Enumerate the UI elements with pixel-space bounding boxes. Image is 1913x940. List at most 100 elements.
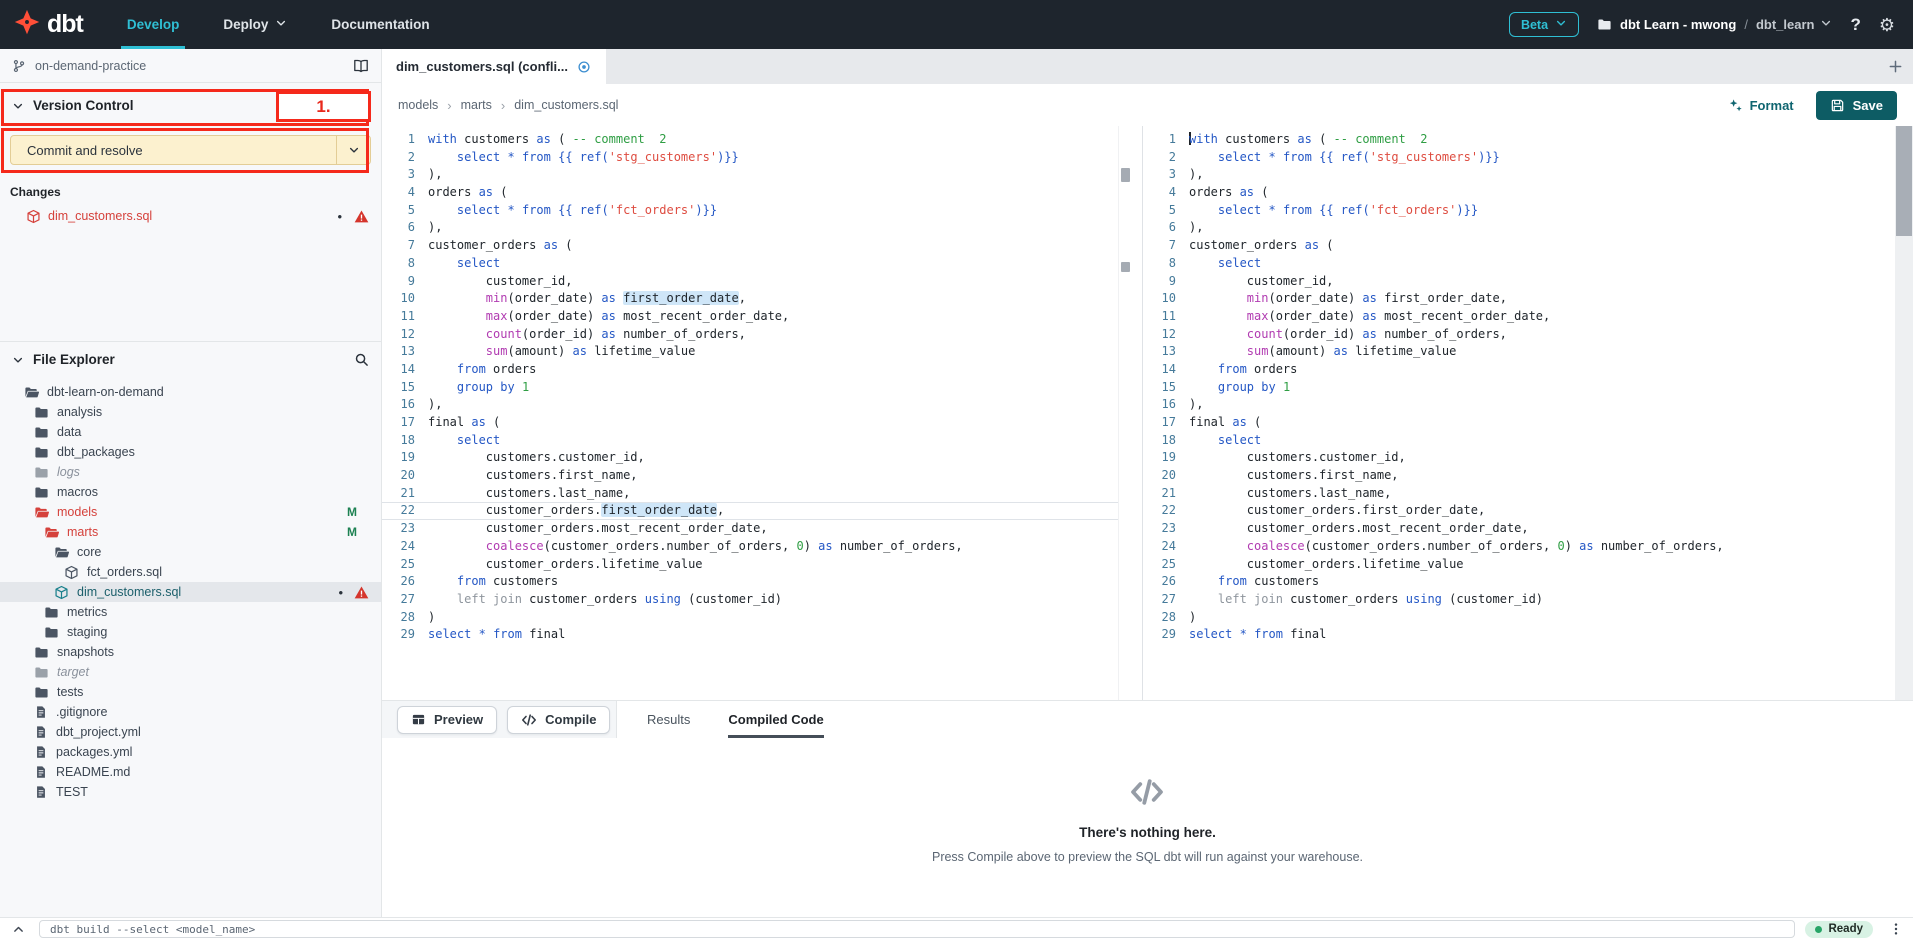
code-line[interactable]: 17final as ( <box>1143 414 1895 432</box>
code-line[interactable]: 2 select * from {{ ref('stg_customers')}… <box>1143 149 1895 167</box>
file-explorer-header[interactable]: File Explorer <box>0 341 381 377</box>
tree-item-fct-orders-sql[interactable]: fct_orders.sql <box>0 562 381 582</box>
code-line[interactable]: 20 customers.first_name, <box>382 467 1118 485</box>
code-line[interactable]: 22 customer_orders.first_order_date, <box>382 502 1118 520</box>
tree-item-tests[interactable]: tests <box>0 682 381 702</box>
commit-dropdown-toggle[interactable] <box>336 136 370 164</box>
code-line[interactable]: 17final as ( <box>382 414 1118 432</box>
code-line[interactable]: 16), <box>382 396 1118 414</box>
tree-item-analysis[interactable]: analysis <box>0 402 381 422</box>
code-line[interactable]: 12 count(order_id) as number_of_orders, <box>382 326 1118 344</box>
code-line[interactable]: 8 select <box>1143 255 1895 273</box>
changed-file-row[interactable]: dim_customers.sql • <box>0 205 381 227</box>
code-line[interactable]: 1with customers as ( -- comment 2 <box>1143 131 1895 149</box>
kebab-menu-icon[interactable] <box>1887 922 1905 936</box>
tree-item-macros[interactable]: macros <box>0 482 381 502</box>
code-line[interactable]: 27 left join customer_orders using (cust… <box>1143 591 1895 609</box>
code-line[interactable]: 10 min(order_date) as first_order_date, <box>1143 290 1895 308</box>
code-line[interactable]: 8 select <box>382 255 1118 273</box>
code-line[interactable]: 21 customers.last_name, <box>382 485 1118 503</box>
project-name[interactable]: dbt_learn <box>1756 17 1833 32</box>
version-control-header[interactable]: Version Control <box>0 83 381 128</box>
code-line[interactable]: 10 min(order_date) as first_order_date, <box>382 290 1118 308</box>
compile-button[interactable]: Compile <box>507 706 610 734</box>
code-line[interactable]: 14 from orders <box>382 361 1118 379</box>
tree-item-metrics[interactable]: metrics <box>0 602 381 622</box>
dbt-logo[interactable]: dbt <box>0 0 105 49</box>
command-input[interactable]: dbt build --select <model_name> <box>39 920 1795 938</box>
scrollbar-thumb[interactable] <box>1896 126 1912 236</box>
code-line[interactable]: 15 group by 1 <box>382 379 1118 397</box>
lineage-book-icon[interactable] <box>353 58 369 74</box>
code-line[interactable]: 3), <box>1143 166 1895 184</box>
beta-dropdown[interactable]: Beta <box>1509 12 1579 37</box>
save-button[interactable]: Save <box>1816 91 1897 120</box>
breadcrumb-file[interactable]: dim_customers.sql <box>514 98 618 112</box>
code-line[interactable]: 18 select <box>382 432 1118 450</box>
code-line[interactable]: 26 from customers <box>382 573 1118 591</box>
code-line[interactable]: 25 customer_orders.lifetime_value <box>1143 556 1895 574</box>
help-button[interactable]: ? <box>1850 15 1860 35</box>
code-line[interactable]: 14 from orders <box>1143 361 1895 379</box>
code-line[interactable]: 27 left join customer_orders using (cust… <box>382 591 1118 609</box>
preview-button[interactable]: Preview <box>397 706 497 734</box>
new-tab-button[interactable] <box>1877 49 1913 84</box>
code-line[interactable]: 24 coalesce(customer_orders.number_of_or… <box>1143 538 1895 556</box>
code-line[interactable]: 11 max(order_date) as most_recent_order_… <box>1143 308 1895 326</box>
search-icon[interactable] <box>354 352 369 367</box>
gear-icon[interactable]: ⚙ <box>1879 16 1895 34</box>
code-line[interactable]: 15 group by 1 <box>1143 379 1895 397</box>
code-line[interactable]: 29select * from final <box>1143 626 1895 644</box>
code-line[interactable]: 13 sum(amount) as lifetime_value <box>1143 343 1895 361</box>
tree-item-marts[interactable]: martsM <box>0 522 381 542</box>
code-line[interactable]: 23 customer_orders.most_recent_order_dat… <box>1143 520 1895 538</box>
code-line[interactable]: 4orders as ( <box>382 184 1118 202</box>
tab-compiled-code[interactable]: Compiled Code <box>728 701 823 738</box>
tree-item-core[interactable]: core <box>0 542 381 562</box>
account-switcher[interactable]: dbt Learn - mwong / dbt_learn <box>1597 17 1832 32</box>
tree-item-dbt-packages[interactable]: dbt_packages <box>0 442 381 462</box>
code-line[interactable]: 4orders as ( <box>1143 184 1895 202</box>
code-line[interactable]: 7customer_orders as ( <box>1143 237 1895 255</box>
code-line[interactable]: 22 customer_orders.first_order_date, <box>1143 502 1895 520</box>
editor-tab-dim-customers[interactable]: dim_customers.sql (confli... <box>382 49 606 84</box>
tree-item-dbt-project-yml[interactable]: dbt_project.yml <box>0 722 381 742</box>
tab-results[interactable]: Results <box>647 701 690 738</box>
nav-item-deploy[interactable]: Deploy <box>201 0 309 49</box>
code-line[interactable]: 13 sum(amount) as lifetime_value <box>382 343 1118 361</box>
tree-item-data[interactable]: data <box>0 422 381 442</box>
commit-and-resolve-button[interactable]: Commit and resolve <box>10 135 371 165</box>
tree-item-logs[interactable]: logs <box>0 462 381 482</box>
tree-item-test[interactable]: TEST <box>0 782 381 802</box>
code-line[interactable]: 18 select <box>1143 432 1895 450</box>
expand-panel-chevron-up-icon[interactable] <box>8 923 29 936</box>
tree-item-dim-customers-sql[interactable]: dim_customers.sql• <box>0 582 381 602</box>
branch-row[interactable]: on-demand-practice <box>0 49 381 83</box>
code-line[interactable]: 25 customer_orders.lifetime_value <box>382 556 1118 574</box>
tree-item-readme-md[interactable]: README.md <box>0 762 381 782</box>
tree-item-models[interactable]: modelsM <box>0 502 381 522</box>
code-line[interactable]: 2 select * from {{ ref('stg_customers')}… <box>382 149 1118 167</box>
code-line[interactable]: 19 customers.customer_id, <box>1143 449 1895 467</box>
format-button[interactable]: Format <box>1728 98 1794 113</box>
code-line[interactable]: 11 max(order_date) as most_recent_order_… <box>382 308 1118 326</box>
code-line[interactable]: 20 customers.first_name, <box>1143 467 1895 485</box>
code-line[interactable]: 26 from customers <box>1143 573 1895 591</box>
code-line[interactable]: 24 coalesce(customer_orders.number_of_or… <box>382 538 1118 556</box>
code-line[interactable]: 9 customer_id, <box>382 273 1118 291</box>
code-line[interactable]: 12 count(order_id) as number_of_orders, <box>1143 326 1895 344</box>
code-line[interactable]: 7customer_orders as ( <box>382 237 1118 255</box>
code-line[interactable]: 5 select * from {{ ref('fct_orders')}} <box>1143 202 1895 220</box>
code-line[interactable]: 5 select * from {{ ref('fct_orders')}} <box>382 202 1118 220</box>
tree-item-dbt-learn-on-demand[interactable]: dbt-learn-on-demand <box>0 382 381 402</box>
tree-item-packages-yml[interactable]: packages.yml <box>0 742 381 762</box>
code-line[interactable]: 23 customer_orders.most_recent_order_dat… <box>382 520 1118 538</box>
code-line[interactable]: 6), <box>1143 219 1895 237</box>
vertical-scrollbar[interactable] <box>1895 126 1913 700</box>
code-line[interactable]: 29select * from final <box>382 626 1118 644</box>
code-line[interactable]: 16), <box>1143 396 1895 414</box>
tree-item--gitignore[interactable]: .gitignore <box>0 702 381 722</box>
nav-item-documentation[interactable]: Documentation <box>309 0 451 49</box>
code-line[interactable]: 28) <box>382 609 1118 627</box>
code-line[interactable]: 9 customer_id, <box>1143 273 1895 291</box>
